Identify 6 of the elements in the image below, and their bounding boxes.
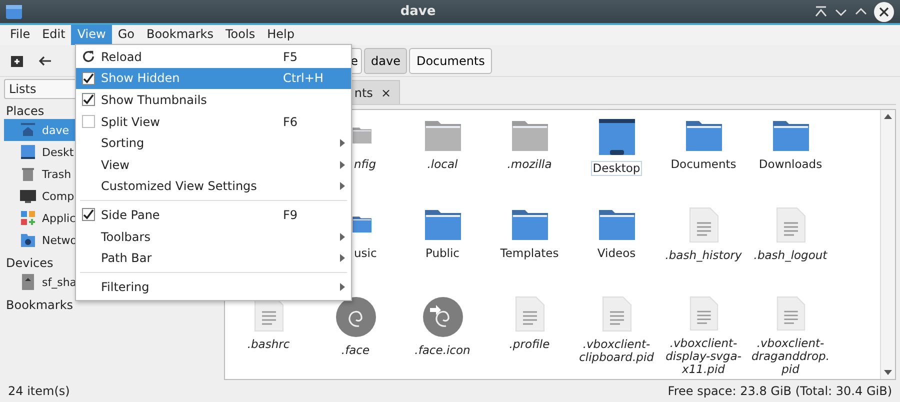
window-title: dave — [399, 4, 437, 19]
item-count: 24 item(s) — [8, 384, 70, 398]
section-heading: Bookmarks — [5, 297, 74, 313]
free-space: Free space: 23.8 GiB (Total: 30.4 GiB) — [668, 384, 892, 398]
section-heading: Places — [5, 103, 44, 119]
section-heading: Devices — [5, 255, 54, 271]
